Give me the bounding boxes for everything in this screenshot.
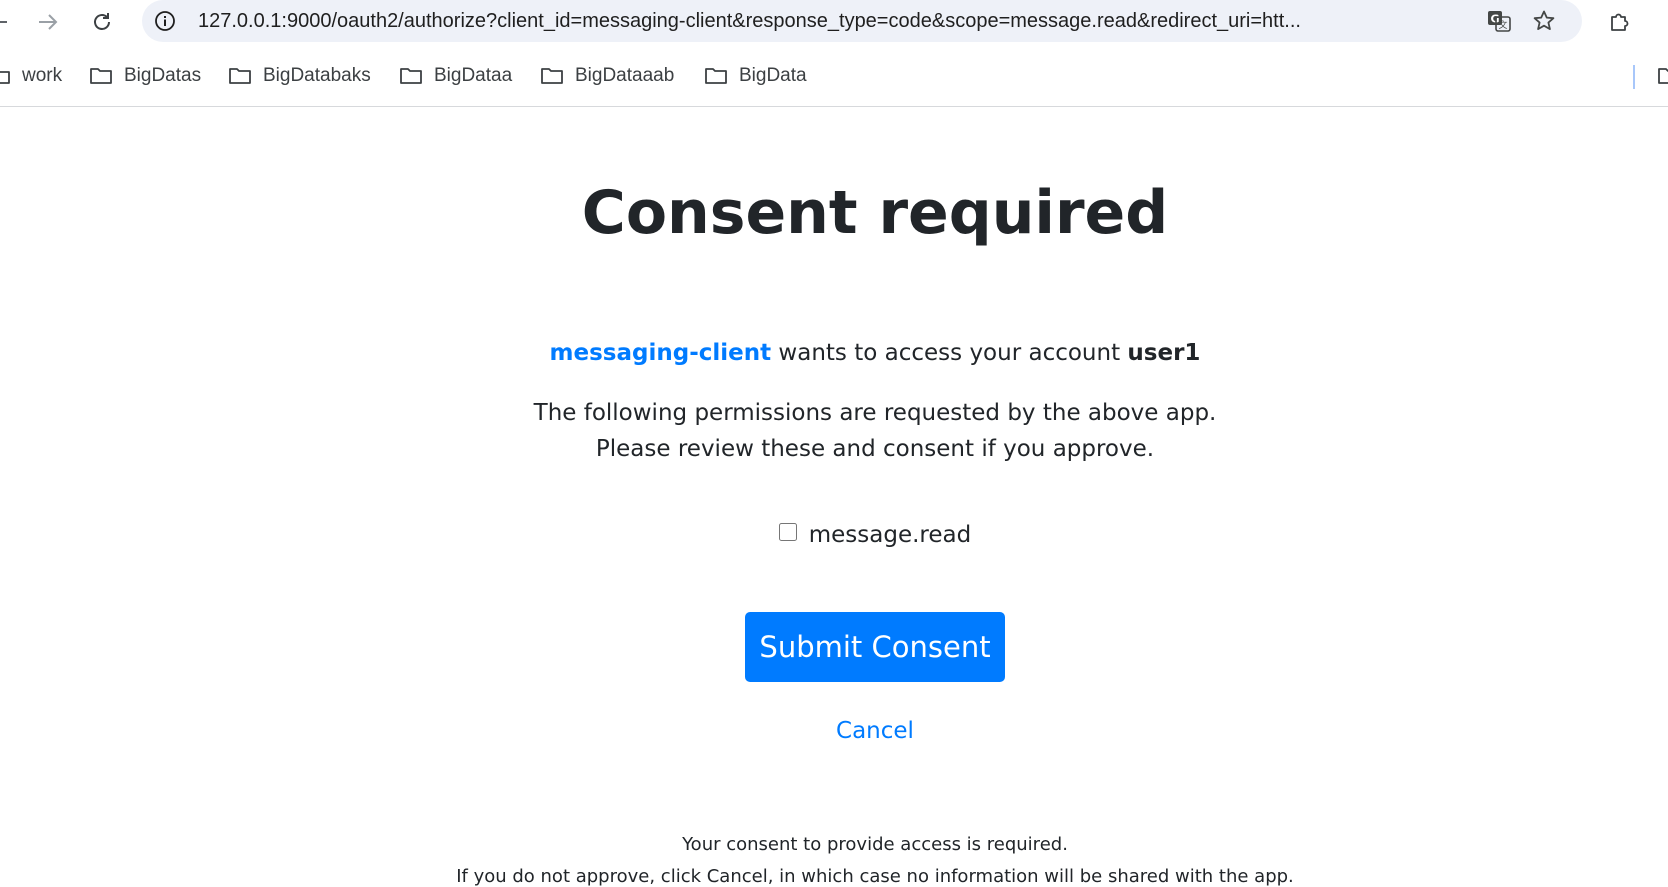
back-arrow-icon[interactable]	[0, 6, 14, 38]
bookmarks-bar: work BigDatas BigDatabaks BigDataa BigDa…	[0, 56, 1668, 96]
toolbar-divider	[0, 106, 1668, 107]
folder-icon	[541, 68, 563, 84]
bookmark-bigdata[interactable]: BigData	[705, 56, 807, 96]
permissions-text-line-2: Please review these and consent if you a…	[595, 436, 1155, 462]
access-request-line: messaging-client wants to access your ac…	[0, 340, 1668, 366]
translate-icon[interactable]: G文	[1485, 7, 1513, 35]
folder-icon	[229, 68, 251, 84]
submit-consent-button[interactable]: Submit Consent	[745, 612, 1005, 682]
bookmark-bigdataaab[interactable]: BigDataaab	[541, 56, 674, 96]
folder-icon	[400, 68, 422, 84]
footer-note-line-1: Your consent to provide access is requir…	[682, 834, 1068, 855]
bookmark-label: BigDatas	[124, 65, 202, 86]
address-bar[interactable]: 127.0.0.1:9000/oauth2/authorize?client_i…	[142, 0, 1582, 42]
cancel-link[interactable]: Cancel	[0, 718, 1668, 744]
bookmark-label: BigDataa	[434, 65, 513, 86]
bookmark-bigdatabaks[interactable]: BigDatabaks	[229, 56, 371, 96]
folder-icon	[705, 68, 727, 84]
browser-toolbar: 127.0.0.1:9000/oauth2/authorize?client_i…	[0, 0, 1668, 44]
bookmark-label: BigDatabaks	[263, 65, 371, 86]
folder-icon	[0, 71, 10, 84]
bookmark-other[interactable]	[1658, 56, 1668, 96]
access-text: wants to access your account	[771, 340, 1128, 366]
bookmarks-separator	[1633, 65, 1635, 89]
page-title: Consent required	[581, 178, 1169, 248]
folder-icon	[90, 68, 112, 84]
star-icon[interactable]	[1530, 7, 1558, 35]
bookmark-work[interactable]: work	[0, 56, 62, 96]
permissions-text-line-1: The following permissions are requested …	[533, 400, 1217, 426]
url-text[interactable]: 127.0.0.1:9000/oauth2/authorize?client_i…	[198, 0, 1488, 42]
client-id: messaging-client	[549, 340, 772, 366]
scope-item: message.read	[0, 522, 1668, 548]
bookmark-bigdatas[interactable]: BigDatas	[90, 56, 201, 96]
scope-label[interactable]: message.read	[809, 522, 971, 548]
bookmark-label: BigDataaab	[575, 65, 675, 86]
svg-text:文: 文	[1498, 19, 1507, 31]
info-icon[interactable]	[153, 9, 177, 33]
bookmark-label: BigData	[739, 65, 807, 86]
bookmark-bigdataa[interactable]: BigDataa	[400, 56, 512, 96]
bookmark-label: work	[22, 65, 63, 86]
principal-name: user1	[1127, 340, 1201, 366]
scope-checkbox[interactable]	[778, 523, 797, 541]
reload-icon[interactable]	[86, 6, 118, 38]
puzzle-icon[interactable]	[1604, 6, 1636, 38]
forward-arrow-icon[interactable]	[32, 6, 64, 38]
folder-icon	[1658, 68, 1668, 84]
